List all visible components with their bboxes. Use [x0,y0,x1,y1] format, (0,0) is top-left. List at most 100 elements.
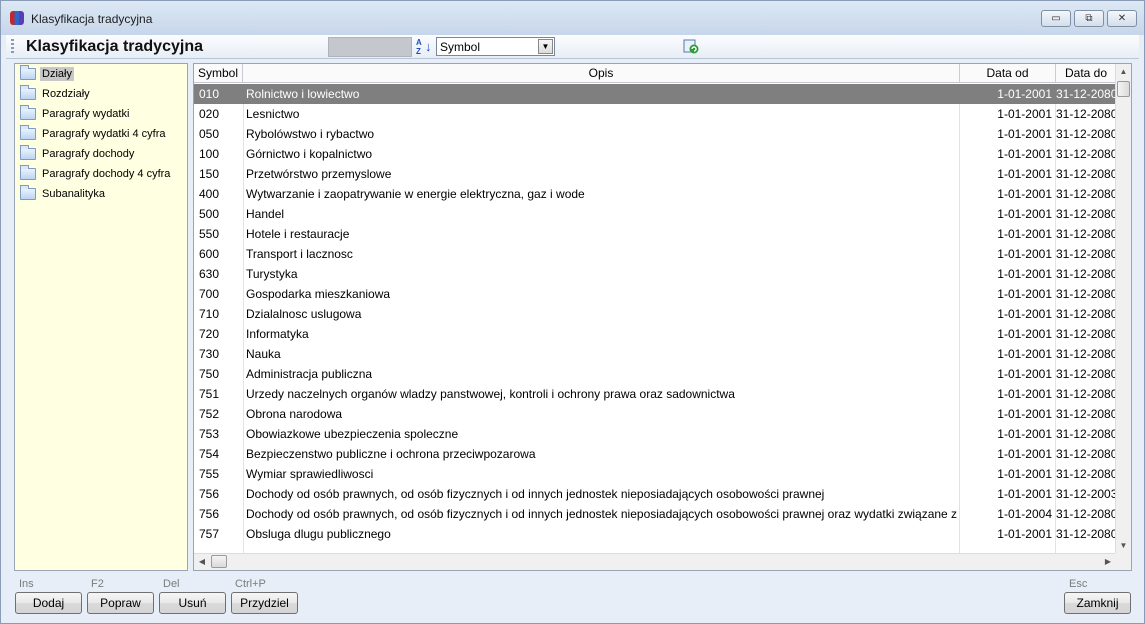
horizontal-scrollbar[interactable]: ◀ ▶ [194,553,1116,570]
folder-icon [20,165,36,180]
table-row[interactable]: 630 Turystyka 1-01-2001 31-12-2080 [194,264,1116,284]
column-header-opis[interactable]: Opis [243,64,960,83]
table-row[interactable]: 757 Obsluga dlugu publicznego 1-01-2001 31-… [194,524,1116,544]
table-row[interactable]: 752 Obrona narodowa 1-01-2001 31-12-2080 [194,404,1116,424]
table-row[interactable]: 730 Nauka 1-01-2001 31-12-2080 [194,344,1116,364]
cell-opis: Informatyka [246,327,309,341]
cell-data-od: 1-01-2001 [997,407,1052,421]
table-row[interactable]: 754 Bezpieczenstwo publiczne i ochrona pr… [194,444,1116,464]
cell-symbol: 750 [199,367,220,381]
scroll-corner [1115,553,1131,570]
cell-data-do: 31-12-2080 [1056,367,1116,381]
close-window-button[interactable]: Zamknij [1064,592,1131,614]
edit-button[interactable]: Popraw [87,592,154,614]
cell-opis: Hotele i restauracje [246,227,350,241]
table-row[interactable]: 050 Rybolówstwo i rybactwo 1-01-2001 31-12-… [194,124,1116,144]
column-header-data-od[interactable]: Data od [960,64,1056,83]
cell-data-do: 31-12-2080 [1056,147,1116,161]
toolbar-grip-icon[interactable] [11,39,14,55]
filter-field[interactable] [328,37,412,57]
cell-opis: Dzialalnosc uslugowa [246,307,362,321]
folder-icon [20,105,36,120]
cell-symbol: 754 [199,447,220,461]
table-row[interactable]: 400 Wytwarzanie i zaopatrywanie w energie… [194,184,1116,204]
table-row[interactable]: 753 Obowiazkowe ubezpieczenia spoleczne 1-… [194,424,1116,444]
tree-item[interactable]: Paragrafy wydatki 4 cyfra [15,124,187,144]
table-row[interactable]: 756 Dochody od osób prawnych, od osób fiz… [194,484,1116,504]
classification-grid: Symbol Opis Data od Data do 010 Rolnictwo… [193,63,1132,571]
restore-button[interactable]: ⧉ [1074,10,1104,27]
scroll-left-icon[interactable]: ◀ [194,554,210,570]
assign-button[interactable]: Przydziel [231,592,298,614]
cell-data-od: 1-01-2001 [997,447,1052,461]
chevron-down-icon[interactable]: ▼ [538,39,553,54]
cell-opis: Wytwarzanie i zaopatrywanie w energie el… [246,187,585,201]
scroll-up-icon[interactable]: ▲ [1116,64,1131,80]
sort-az-icon[interactable]: A Z ↓ [416,38,432,56]
tree-item-label: Rozdziały [42,88,90,100]
cell-opis: Górnictwo i kopalnictwo [246,147,373,161]
tree-item[interactable]: Działy [15,64,187,84]
cell-opis: Turystyka [246,267,298,281]
cell-data-do: 31-12-2080 [1056,307,1116,321]
table-row[interactable]: 100 Górnictwo i kopalnictwo 1-01-2001 31-12… [194,144,1116,164]
tree-item[interactable]: Rozdziały [15,84,187,104]
vertical-scrollbar[interactable]: ▲ ▼ [1115,64,1131,554]
add-button[interactable]: Dodaj [15,592,82,614]
cell-data-od: 1-01-2001 [997,287,1052,301]
toolbar: Klasyfikacja tradycyjna A Z ↓ Symbol ▼ [6,35,1139,59]
cell-symbol: 150 [199,167,220,181]
cell-opis: Obowiazkowe ubezpieczenia spoleczne [246,427,459,441]
cell-opis: Wymiar sprawiedliwosci [246,467,374,481]
cell-data-do: 31-12-2080 [1056,187,1116,201]
cell-opis: Rolnictwo i lowiectwo [246,87,360,101]
horizontal-scroll-thumb[interactable] [211,555,227,568]
table-row[interactable]: 756 Dochody od osób prawnych, od osób fiz… [194,504,1116,524]
grid-rows: 010 Rolnictwo i lowiectwo 1-01-2001 31-12-2… [194,84,1116,544]
table-row[interactable]: 020 Lesnictwo 1-01-2001 31-12-2080 [194,104,1116,124]
table-row[interactable]: 751 Urzedy naczelnych organów wladzy pans… [194,384,1116,404]
tree-item[interactable]: Paragrafy dochody [15,144,187,164]
cell-data-od: 1-01-2001 [997,207,1052,221]
cell-data-do: 31-12-2080 [1056,87,1116,101]
scroll-down-icon[interactable]: ▼ [1116,538,1131,554]
tree-item[interactable]: Subanalityka [15,184,187,204]
cell-symbol: 751 [199,387,220,401]
cell-symbol: 730 [199,347,220,361]
table-row[interactable]: 550 Hotele i restauracje 1-01-2001 31-12-20… [194,224,1116,244]
app-icon [10,11,24,25]
delete-button[interactable]: Usuń [159,592,226,614]
tree-item-label: Subanalityka [42,188,105,200]
refresh-icon[interactable] [683,38,699,54]
table-row[interactable]: 755 Wymiar sprawiedliwosci 1-01-2001 31-12-… [194,464,1116,484]
cell-data-od: 1-01-2001 [997,167,1052,181]
scroll-right-icon[interactable]: ▶ [1100,554,1116,570]
cell-symbol: 756 [199,507,220,521]
table-row[interactable]: 720 Informatyka 1-01-2001 31-12-2080 [194,324,1116,344]
cell-symbol: 400 [199,187,220,201]
tree-item[interactable]: Paragrafy wydatki [15,104,187,124]
cell-data-do: 31-12-2080 [1056,407,1116,421]
cell-data-do: 31-12-2080 [1056,527,1116,541]
cell-data-od: 1-01-2004 [997,507,1052,521]
cell-symbol: 756 [199,487,220,501]
column-header-symbol[interactable]: Symbol [194,64,243,83]
close-button[interactable]: ✕ [1107,10,1137,27]
sort-field-select[interactable]: Symbol ▼ [436,37,555,56]
shortcut-hint-esc: Esc [1069,578,1088,590]
minimize-button[interactable]: ▭ [1041,10,1071,27]
title-bar[interactable]: Klasyfikacja tradycyjna ▭ ⧉ ✕ [1,1,1144,35]
column-header-data-do[interactable]: Data do [1056,64,1116,83]
table-row[interactable]: 710 Dzialalnosc uslugowa 1-01-2001 31-12-20… [194,304,1116,324]
table-row[interactable]: 750 Administracja publiczna 1-01-2001 31-12… [194,364,1116,384]
table-row[interactable]: 500 Handel 1-01-2001 31-12-2080 [194,204,1116,224]
table-row[interactable]: 700 Gospodarka mieszkaniowa 1-01-2001 31-12… [194,284,1116,304]
cell-symbol: 010 [199,87,220,101]
folder-icon [20,145,36,160]
table-row[interactable]: 150 Przetwórstwo przemyslowe 1-01-2001 31-1… [194,164,1116,184]
cell-data-do: 31-12-2080 [1056,107,1116,121]
table-row[interactable]: 600 Transport i lacznosc 1-01-2001 31-12-20… [194,244,1116,264]
vertical-scroll-thumb[interactable] [1117,81,1130,97]
table-row[interactable]: 010 Rolnictwo i lowiectwo 1-01-2001 31-12-2… [194,84,1116,104]
tree-item[interactable]: Paragrafy dochody 4 cyfra [15,164,187,184]
